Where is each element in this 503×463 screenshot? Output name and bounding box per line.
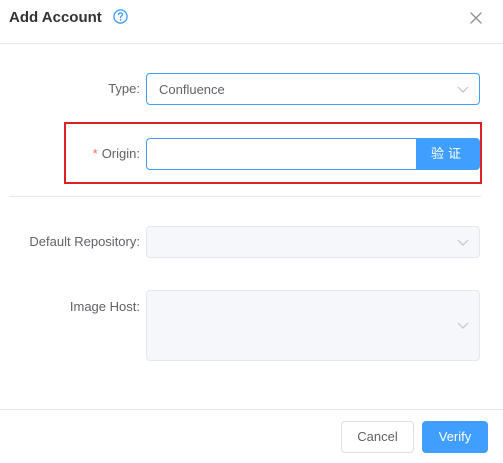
origin-input[interactable] bbox=[146, 138, 418, 170]
dialog-header: Add Account bbox=[0, 0, 503, 44]
type-select[interactable]: Confluence bbox=[146, 73, 480, 105]
image-host-label: Image Host: bbox=[69, 299, 140, 314]
chevron-down-icon bbox=[457, 239, 469, 246]
image-host-select[interactable] bbox=[146, 290, 480, 361]
default-repository-label: Default Repository: bbox=[29, 234, 140, 249]
dialog-title: Add Account bbox=[9, 9, 102, 26]
origin-verify-button[interactable]: 验证 bbox=[416, 138, 480, 170]
type-select-value: Confluence bbox=[159, 82, 225, 97]
type-label: Type: bbox=[108, 81, 140, 96]
footer-divider bbox=[0, 409, 503, 410]
default-repository-select[interactable] bbox=[146, 226, 480, 258]
chevron-down-icon bbox=[457, 322, 469, 329]
close-icon[interactable] bbox=[469, 11, 483, 25]
verify-button[interactable]: Verify bbox=[422, 421, 488, 453]
section-divider bbox=[9, 196, 481, 197]
chevron-down-icon bbox=[457, 86, 469, 93]
required-mark: * bbox=[92, 146, 98, 161]
origin-label: * Origin: bbox=[92, 146, 140, 161]
question-circle-icon[interactable] bbox=[113, 9, 128, 24]
cancel-button[interactable]: Cancel bbox=[341, 421, 414, 453]
